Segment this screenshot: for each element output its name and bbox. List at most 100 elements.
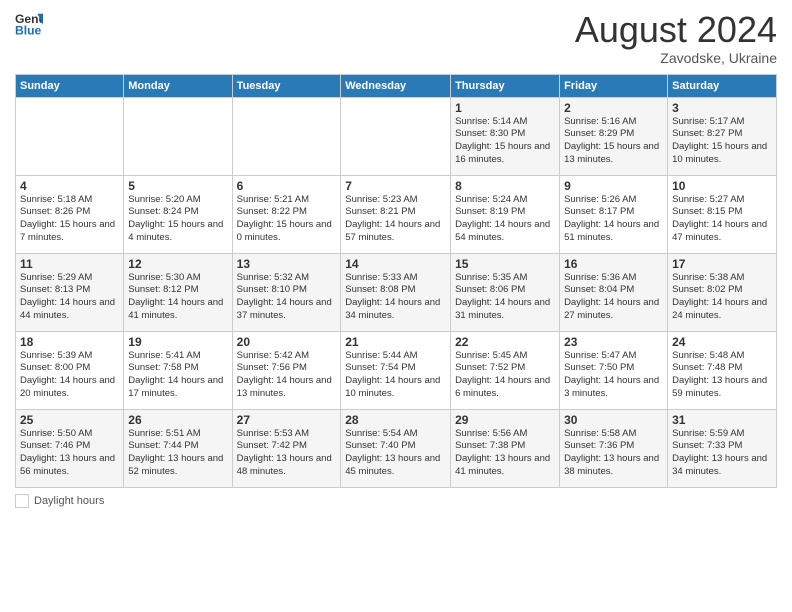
footer: Daylight hours: [15, 494, 777, 508]
day-number: 9: [564, 179, 663, 193]
day-info: Sunrise: 5:54 AM Sunset: 7:40 PM Dayligh…: [345, 428, 446, 479]
day-number: 3: [672, 101, 772, 115]
day-number: 6: [237, 179, 337, 193]
logo-icon: General Blue: [15, 10, 43, 38]
daylight-legend-box: [15, 494, 29, 508]
day-number: 22: [455, 335, 555, 349]
day-cell: [232, 97, 341, 175]
day-cell: 3Sunrise: 5:17 AM Sunset: 8:27 PM Daylig…: [668, 97, 777, 175]
day-number: 5: [128, 179, 227, 193]
day-info: Sunrise: 5:56 AM Sunset: 7:38 PM Dayligh…: [455, 428, 555, 479]
day-number: 4: [20, 179, 119, 193]
day-number: 14: [345, 257, 446, 271]
svg-text:Blue: Blue: [15, 23, 42, 37]
day-info: Sunrise: 5:18 AM Sunset: 8:26 PM Dayligh…: [20, 194, 119, 245]
day-cell: [341, 97, 451, 175]
day-number: 25: [20, 413, 119, 427]
day-info: Sunrise: 5:38 AM Sunset: 8:02 PM Dayligh…: [672, 272, 772, 323]
week-row-3: 11Sunrise: 5:29 AM Sunset: 8:13 PM Dayli…: [16, 253, 777, 331]
day-number: 12: [128, 257, 227, 271]
logo: General Blue: [15, 10, 43, 38]
day-number: 27: [237, 413, 337, 427]
day-cell: 4Sunrise: 5:18 AM Sunset: 8:26 PM Daylig…: [16, 175, 124, 253]
day-cell: 23Sunrise: 5:47 AM Sunset: 7:50 PM Dayli…: [560, 331, 668, 409]
day-cell: 22Sunrise: 5:45 AM Sunset: 7:52 PM Dayli…: [451, 331, 560, 409]
day-cell: 14Sunrise: 5:33 AM Sunset: 8:08 PM Dayli…: [341, 253, 451, 331]
day-info: Sunrise: 5:23 AM Sunset: 8:21 PM Dayligh…: [345, 194, 446, 245]
day-info: Sunrise: 5:47 AM Sunset: 7:50 PM Dayligh…: [564, 350, 663, 401]
daylight-label: Daylight hours: [34, 495, 104, 507]
day-number: 29: [455, 413, 555, 427]
day-info: Sunrise: 5:24 AM Sunset: 8:19 PM Dayligh…: [455, 194, 555, 245]
day-cell: 15Sunrise: 5:35 AM Sunset: 8:06 PM Dayli…: [451, 253, 560, 331]
day-cell: 20Sunrise: 5:42 AM Sunset: 7:56 PM Dayli…: [232, 331, 341, 409]
day-info: Sunrise: 5:41 AM Sunset: 7:58 PM Dayligh…: [128, 350, 227, 401]
day-cell: 28Sunrise: 5:54 AM Sunset: 7:40 PM Dayli…: [341, 409, 451, 487]
location-subtitle: Zavodske, Ukraine: [575, 50, 777, 66]
day-cell: [16, 97, 124, 175]
calendar-table: Sunday Monday Tuesday Wednesday Thursday…: [15, 74, 777, 488]
title-block: August 2024 Zavodske, Ukraine: [575, 10, 777, 66]
day-info: Sunrise: 5:48 AM Sunset: 7:48 PM Dayligh…: [672, 350, 772, 401]
day-info: Sunrise: 5:20 AM Sunset: 8:24 PM Dayligh…: [128, 194, 227, 245]
day-cell: 7Sunrise: 5:23 AM Sunset: 8:21 PM Daylig…: [341, 175, 451, 253]
day-number: 18: [20, 335, 119, 349]
day-info: Sunrise: 5:32 AM Sunset: 8:10 PM Dayligh…: [237, 272, 337, 323]
day-info: Sunrise: 5:17 AM Sunset: 8:27 PM Dayligh…: [672, 116, 772, 167]
day-info: Sunrise: 5:21 AM Sunset: 8:22 PM Dayligh…: [237, 194, 337, 245]
day-cell: 30Sunrise: 5:58 AM Sunset: 7:36 PM Dayli…: [560, 409, 668, 487]
day-info: Sunrise: 5:35 AM Sunset: 8:06 PM Dayligh…: [455, 272, 555, 323]
day-info: Sunrise: 5:26 AM Sunset: 8:17 PM Dayligh…: [564, 194, 663, 245]
day-number: 30: [564, 413, 663, 427]
header-thursday: Thursday: [451, 74, 560, 97]
header-monday: Monday: [124, 74, 232, 97]
day-cell: 27Sunrise: 5:53 AM Sunset: 7:42 PM Dayli…: [232, 409, 341, 487]
day-number: 1: [455, 101, 555, 115]
header-wednesday: Wednesday: [341, 74, 451, 97]
day-cell: 31Sunrise: 5:59 AM Sunset: 7:33 PM Dayli…: [668, 409, 777, 487]
day-cell: 9Sunrise: 5:26 AM Sunset: 8:17 PM Daylig…: [560, 175, 668, 253]
day-cell: 19Sunrise: 5:41 AM Sunset: 7:58 PM Dayli…: [124, 331, 232, 409]
day-info: Sunrise: 5:44 AM Sunset: 7:54 PM Dayligh…: [345, 350, 446, 401]
day-cell: 10Sunrise: 5:27 AM Sunset: 8:15 PM Dayli…: [668, 175, 777, 253]
day-info: Sunrise: 5:39 AM Sunset: 8:00 PM Dayligh…: [20, 350, 119, 401]
day-cell: 13Sunrise: 5:32 AM Sunset: 8:10 PM Dayli…: [232, 253, 341, 331]
day-number: 7: [345, 179, 446, 193]
day-number: 23: [564, 335, 663, 349]
day-info: Sunrise: 5:45 AM Sunset: 7:52 PM Dayligh…: [455, 350, 555, 401]
header-saturday: Saturday: [668, 74, 777, 97]
day-number: 26: [128, 413, 227, 427]
month-year-title: August 2024: [575, 10, 777, 50]
weekday-header-row: Sunday Monday Tuesday Wednesday Thursday…: [16, 74, 777, 97]
day-cell: 25Sunrise: 5:50 AM Sunset: 7:46 PM Dayli…: [16, 409, 124, 487]
day-cell: 6Sunrise: 5:21 AM Sunset: 8:22 PM Daylig…: [232, 175, 341, 253]
day-info: Sunrise: 5:14 AM Sunset: 8:30 PM Dayligh…: [455, 116, 555, 167]
day-cell: 12Sunrise: 5:30 AM Sunset: 8:12 PM Dayli…: [124, 253, 232, 331]
day-cell: 21Sunrise: 5:44 AM Sunset: 7:54 PM Dayli…: [341, 331, 451, 409]
day-info: Sunrise: 5:59 AM Sunset: 7:33 PM Dayligh…: [672, 428, 772, 479]
day-number: 11: [20, 257, 119, 271]
day-number: 10: [672, 179, 772, 193]
day-cell: 29Sunrise: 5:56 AM Sunset: 7:38 PM Dayli…: [451, 409, 560, 487]
day-cell: 16Sunrise: 5:36 AM Sunset: 8:04 PM Dayli…: [560, 253, 668, 331]
page-header: General Blue August 2024 Zavodske, Ukrai…: [15, 10, 777, 66]
week-row-5: 25Sunrise: 5:50 AM Sunset: 7:46 PM Dayli…: [16, 409, 777, 487]
day-number: 13: [237, 257, 337, 271]
day-info: Sunrise: 5:58 AM Sunset: 7:36 PM Dayligh…: [564, 428, 663, 479]
day-number: 24: [672, 335, 772, 349]
day-number: 19: [128, 335, 227, 349]
day-number: 15: [455, 257, 555, 271]
day-info: Sunrise: 5:51 AM Sunset: 7:44 PM Dayligh…: [128, 428, 227, 479]
day-cell: 24Sunrise: 5:48 AM Sunset: 7:48 PM Dayli…: [668, 331, 777, 409]
day-cell: 26Sunrise: 5:51 AM Sunset: 7:44 PM Dayli…: [124, 409, 232, 487]
day-cell: 2Sunrise: 5:16 AM Sunset: 8:29 PM Daylig…: [560, 97, 668, 175]
day-info: Sunrise: 5:50 AM Sunset: 7:46 PM Dayligh…: [20, 428, 119, 479]
week-row-4: 18Sunrise: 5:39 AM Sunset: 8:00 PM Dayli…: [16, 331, 777, 409]
day-info: Sunrise: 5:27 AM Sunset: 8:15 PM Dayligh…: [672, 194, 772, 245]
day-number: 2: [564, 101, 663, 115]
day-number: 28: [345, 413, 446, 427]
day-number: 16: [564, 257, 663, 271]
day-info: Sunrise: 5:42 AM Sunset: 7:56 PM Dayligh…: [237, 350, 337, 401]
header-friday: Friday: [560, 74, 668, 97]
day-cell: 18Sunrise: 5:39 AM Sunset: 8:00 PM Dayli…: [16, 331, 124, 409]
